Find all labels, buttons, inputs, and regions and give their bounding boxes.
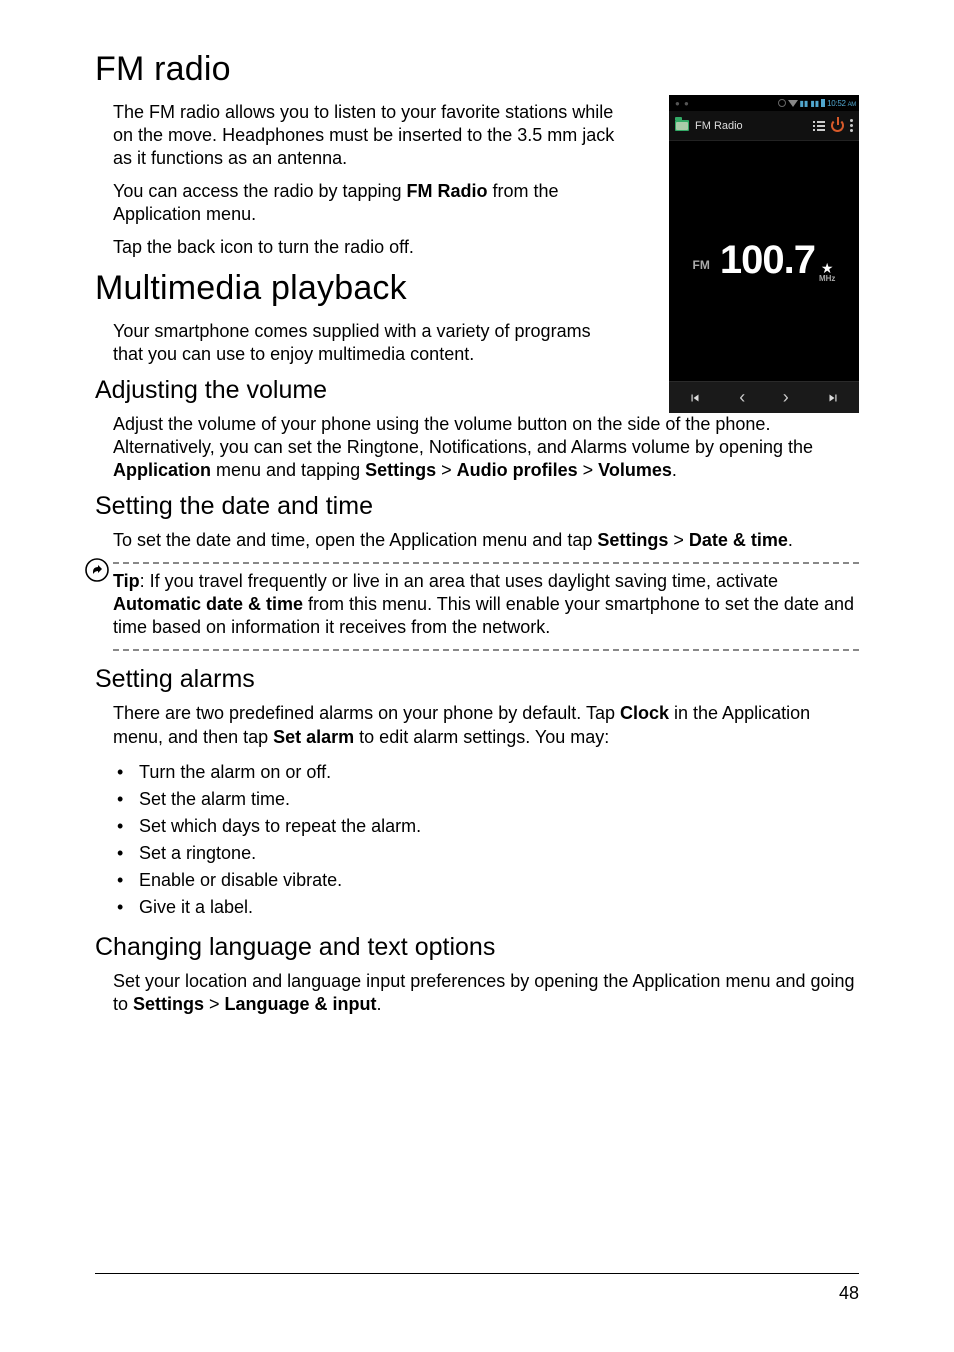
paragraph: Tap the back icon to turn the radio off. <box>95 236 615 259</box>
status-time: 10:52 AM <box>827 99 856 108</box>
divider <box>113 649 859 651</box>
text-bold: Date & time <box>689 530 788 550</box>
signal-icon: ▮▮ <box>810 99 819 108</box>
tune-up-icon[interactable]: › <box>783 387 789 408</box>
subheading-language: Changing language and text options <box>95 933 859 962</box>
paragraph: The FM radio allows you to listen to you… <box>95 101 615 170</box>
folder-icon <box>675 120 689 131</box>
text-bold: Settings <box>597 530 668 550</box>
phone-screenshot: ● ● ▮▮ ▮▮ 10:52 AM FM Radio FM 100.7 <box>669 95 859 413</box>
app-title: FM Radio <box>695 120 743 132</box>
text-bold: Settings <box>365 460 436 480</box>
text-bold: Clock <box>620 703 669 723</box>
footer-divider <box>95 1273 859 1274</box>
fm-band-label: FM <box>693 258 710 272</box>
text: > <box>578 460 599 480</box>
subheading-alarms: Setting alarms <box>95 665 859 694</box>
text-bold: FM Radio <box>407 181 488 201</box>
text: > <box>436 460 457 480</box>
app-bar: FM Radio <box>669 111 859 141</box>
page-number: 48 <box>839 1283 859 1304</box>
pin-icon <box>85 558 109 582</box>
paragraph: There are two predefined alarms on your … <box>95 702 859 748</box>
list-item: Set which days to repeat the alarm. <box>113 813 859 840</box>
text: Adjust the volume of your phone using th… <box>113 414 813 457</box>
list-item: Set the alarm time. <box>113 786 859 813</box>
text-bold: Language & input <box>225 994 377 1014</box>
text: . <box>377 994 382 1014</box>
text: . <box>672 460 677 480</box>
text: : If you travel frequently or live in an… <box>140 571 778 591</box>
power-icon[interactable] <box>831 119 844 132</box>
list-item: Turn the alarm on or off. <box>113 759 859 786</box>
text: You can access the radio by tapping <box>113 181 407 201</box>
frequency-value: 100.7 <box>720 238 815 283</box>
tune-down-icon[interactable]: ‹ <box>739 387 745 408</box>
text: to edit alarm settings. You may: <box>354 727 609 747</box>
tip-text: Tip: If you travel frequently or live in… <box>113 570 859 639</box>
heading-fm-radio: FM radio <box>95 50 859 89</box>
list-icon[interactable] <box>813 121 825 131</box>
skip-prev-icon[interactable] <box>688 391 702 405</box>
list-item: Set a ringtone. <box>113 840 859 867</box>
favorite-star-icon[interactable]: ★ <box>821 261 834 275</box>
paragraph: Set your location and language input pre… <box>95 970 859 1016</box>
text-bold: Tip <box>113 571 140 591</box>
rotation-icon <box>778 99 786 107</box>
battery-icon <box>821 99 825 107</box>
text: menu and tapping <box>211 460 365 480</box>
text: > <box>668 530 689 550</box>
paragraph: You can access the radio by tapping FM R… <box>95 180 615 226</box>
list-item: Enable or disable vibrate. <box>113 867 859 894</box>
text: To set the date and time, open the Appli… <box>113 530 597 550</box>
status-notif-icon: ● ● <box>675 99 690 108</box>
paragraph: To set the date and time, open the Appli… <box>95 529 859 552</box>
paragraph: Adjust the volume of your phone using th… <box>95 413 859 482</box>
signal-icon: ▮▮ <box>800 99 809 108</box>
text: There are two predefined alarms on your … <box>113 703 620 723</box>
divider <box>113 562 859 564</box>
text-bold: Set alarm <box>273 727 354 747</box>
text: . <box>788 530 793 550</box>
text-bold: Settings <box>133 994 204 1014</box>
text-bold: Automatic date & time <box>113 594 303 614</box>
paragraph: Your smartphone comes supplied with a va… <box>95 320 615 366</box>
text: > <box>204 994 225 1014</box>
tip-block: Tip: If you travel frequently or live in… <box>95 562 859 651</box>
text-bold: Application <box>113 460 211 480</box>
overflow-icon[interactable] <box>850 119 853 132</box>
list-item: Give it a label. <box>113 894 859 921</box>
text-bold: Volumes <box>598 460 672 480</box>
radio-display: FM 100.7 ★ MHz <box>669 141 859 381</box>
status-bar: ● ● ▮▮ ▮▮ 10:52 AM <box>669 95 859 111</box>
wifi-icon <box>788 100 798 107</box>
playback-controls: ‹ › <box>669 381 859 413</box>
frequency-unit: MHz <box>819 275 835 283</box>
text-bold: Audio profiles <box>457 460 578 480</box>
bullet-list: Turn the alarm on or off. Set the alarm … <box>95 759 859 921</box>
subheading-date-time: Setting the date and time <box>95 492 859 521</box>
skip-next-icon[interactable] <box>826 391 840 405</box>
